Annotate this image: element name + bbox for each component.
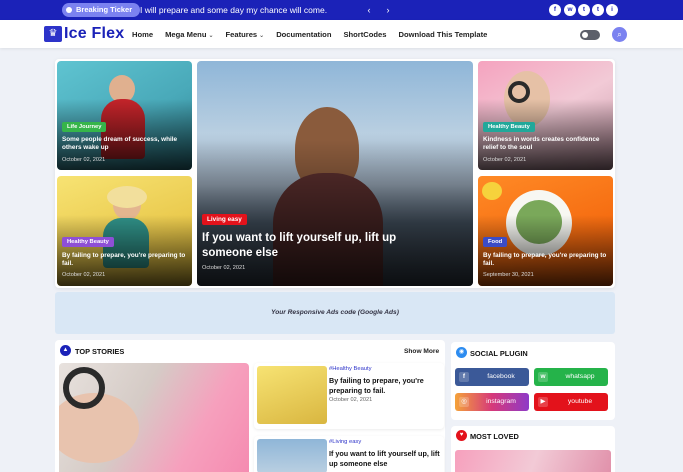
breaking-ticker-badge: Breaking Ticker [62, 3, 141, 17]
whatsapp-icon: w [538, 372, 548, 382]
fire-icon: ▲ [60, 345, 71, 356]
story-thumbnail[interactable] [257, 439, 327, 472]
ticker-label: Breaking Ticker [76, 5, 133, 14]
story-tag[interactable]: #Healthy Beauty [329, 366, 372, 372]
category-tag[interactable]: Living easy [202, 214, 247, 225]
nav-item-features[interactable]: Features ⌄ [226, 30, 265, 39]
instagram-icon[interactable]: i [606, 4, 618, 16]
globe-icon: ◉ [456, 347, 467, 358]
site-logo[interactable]: ♛ Ice Flex [44, 25, 124, 43]
hero-card[interactable]: Food By failing to prepare, you're prepa… [478, 176, 613, 286]
most-loved-thumbnail[interactable] [455, 450, 611, 472]
story-thumbnail[interactable] [257, 366, 327, 424]
twitter-icon[interactable]: t [592, 4, 604, 16]
story-title[interactable]: By failing to prepare, you're preparing … [329, 376, 441, 395]
whatsapp-button[interactable]: w whatsapp [534, 368, 608, 386]
hero-card[interactable]: Healthy Beauty Kindness in words creates… [478, 61, 613, 170]
search-icon[interactable]: ⌕ [612, 27, 627, 42]
story-row[interactable]: #Healthy Beauty By failing to prepare, y… [254, 363, 444, 429]
category-tag[interactable]: Healthy Beauty [483, 122, 535, 132]
ad-placeholder: Your Responsive Ads code (Google Ads) [55, 292, 615, 334]
story-date: October 02, 2021 [329, 397, 373, 403]
card-title[interactable]: Some people dream of success, while othe… [62, 136, 190, 152]
instagram-icon: ◎ [459, 397, 469, 407]
ticker-dot-icon [66, 7, 72, 13]
featured-story-image[interactable] [59, 363, 249, 472]
card-title[interactable]: If you want to lift yourself up, lift up… [202, 231, 432, 261]
story-title[interactable]: If you want to lift yourself up, lift up… [329, 449, 441, 468]
youtube-icon: ▶ [538, 397, 548, 407]
category-tag[interactable]: Healthy Beauty [62, 237, 114, 247]
logo-text: Ice Flex [64, 25, 125, 42]
dark-mode-toggle[interactable] [580, 30, 600, 40]
facebook-button[interactable]: f facebook [455, 368, 529, 386]
nav-item-documentation[interactable]: Documentation [276, 30, 331, 39]
ticker-next-button[interactable]: › [382, 4, 394, 16]
hero-featured-card[interactable]: Living easy If you want to lift yourself… [197, 61, 473, 286]
top-ticker-bar: Breaking Ticker I will prepare and some … [0, 0, 683, 20]
nav-item-home[interactable]: Home [132, 30, 153, 39]
whatsapp-icon[interactable]: w [564, 4, 576, 16]
section-title: SOCIAL PLUGIN [470, 349, 528, 358]
category-tag[interactable]: Food [483, 237, 508, 247]
card-date: October 02, 2021 [62, 157, 106, 163]
section-title: MOST LOVED [470, 432, 519, 441]
story-row[interactable]: #Living easy If you want to lift yoursel… [254, 436, 444, 472]
heart-icon: ♥ [456, 430, 467, 441]
chevron-down-icon: ⌄ [208, 32, 214, 39]
card-title[interactable]: Kindness in words creates confidence rel… [483, 136, 611, 152]
story-tag[interactable]: #Living easy [329, 439, 361, 445]
card-date: September 30, 2021 [483, 272, 534, 278]
section-title: TOP STORIES [75, 347, 125, 356]
hero-card[interactable]: Healthy Beauty By failing to prepare, yo… [57, 176, 192, 286]
card-date: October 02, 2021 [62, 272, 106, 278]
instagram-button[interactable]: ◎ instagram [455, 393, 529, 411]
nav-item-shortcodes[interactable]: ShortCodes [343, 30, 386, 39]
card-title[interactable]: By failing to prepare, you're preparing … [62, 252, 190, 268]
telegram-icon[interactable]: t [578, 4, 590, 16]
ticker-prev-button[interactable]: ‹ [363, 4, 375, 16]
ticker-headline[interactable]: I will prepare and some day my chance wi… [140, 0, 327, 20]
facebook-icon[interactable]: f [549, 4, 561, 16]
chevron-down-icon: ⌄ [259, 32, 265, 39]
crown-icon: ♛ [44, 26, 62, 42]
show-more-link[interactable]: Show More [404, 348, 439, 355]
hero-card[interactable]: Life Journey Some people dream of succes… [57, 61, 192, 170]
category-tag[interactable]: Life Journey [62, 122, 107, 132]
card-title[interactable]: By failing to prepare, you're preparing … [483, 252, 611, 268]
nav-item-mega-menu[interactable]: Mega Menu ⌄ [165, 30, 213, 39]
card-date: October 02, 2021 [483, 157, 527, 163]
nav-menu: Home Mega Menu ⌄ Features ⌄ Documentation … [132, 20, 499, 48]
youtube-button[interactable]: ▶ youtube [534, 393, 608, 411]
nav-item-download[interactable]: Download This Template [399, 30, 488, 39]
facebook-icon: f [459, 372, 469, 382]
card-date: October 02, 2021 [202, 265, 246, 271]
